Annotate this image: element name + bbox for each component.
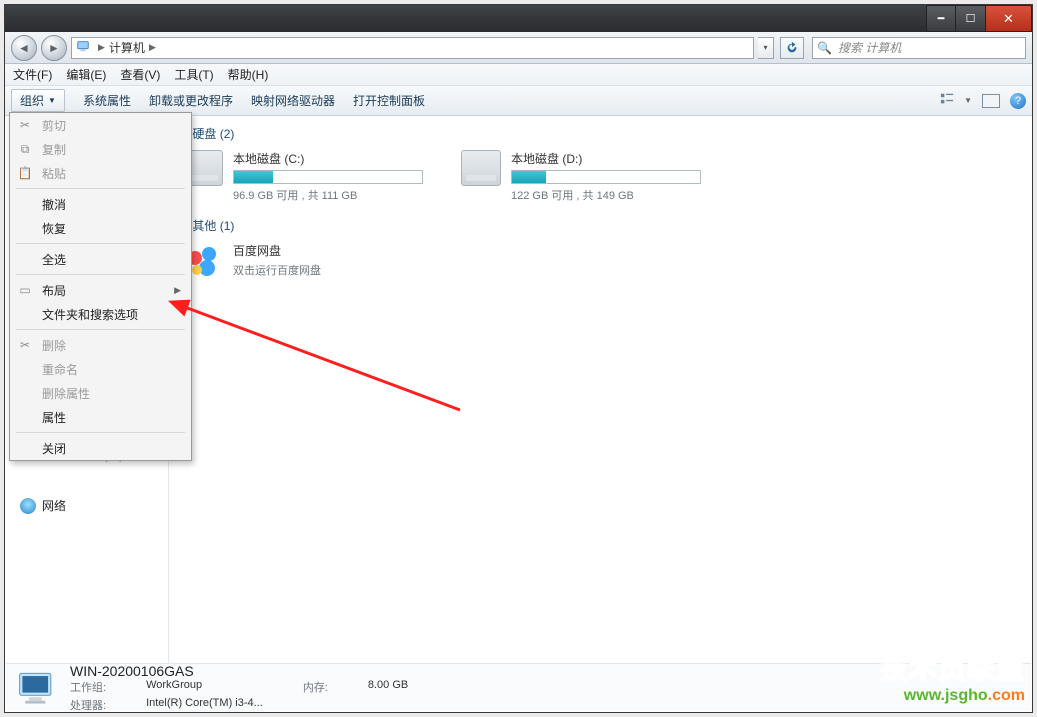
menu-item-label: 撤消 — [42, 196, 66, 213]
usage-bar — [233, 170, 423, 184]
menu-item-label: 复制 — [42, 141, 66, 158]
menu-item-label: 全选 — [42, 251, 66, 268]
preview-pane-button[interactable] — [982, 94, 1000, 108]
menu-item-label: 属性 — [42, 409, 66, 426]
memory-key: 内存: — [303, 679, 328, 695]
tool-uninstall-program[interactable]: 卸载或更改程序 — [149, 92, 233, 109]
network-icon — [20, 498, 36, 514]
computer-icon — [76, 39, 90, 56]
organize-dropdown: ✂ 剪切 ⧉ 复制 📋 粘贴撤消恢复全选 ▭ 布局 ▶ 文件夹和搜索选项 ✂ 删除重命名删除属性属性关… — [9, 112, 192, 461]
menu-item: ✂ 删除 — [10, 333, 191, 357]
other-item-sub: 双击运行百度网盘 — [233, 262, 321, 278]
menu-item-label: 文件夹和搜索选项 — [42, 306, 138, 323]
watermark-title: 技术员联盟 — [880, 647, 1025, 687]
drive-label: 本地磁盘 (D:) — [511, 150, 721, 167]
section-hard-disks: ▴ 硬盘 (2) — [183, 125, 1017, 142]
menu-item-label: 恢复 — [42, 220, 66, 237]
menu-item: ⧉ 复制 — [10, 137, 191, 161]
workgroup-key: 工作组: — [70, 679, 106, 695]
content-pane: ▴ 硬盘 (2) 本地磁盘 (C:) 96.9 GB 可用 , 共 111 GB… — [169, 117, 1031, 663]
tool-system-properties[interactable]: 系统属性 — [83, 92, 131, 109]
address-bar[interactable]: ▶ 计算机 ▶ — [71, 37, 754, 59]
menu-item-label: 粘贴 — [42, 165, 66, 182]
copy-icon: ⧉ — [16, 142, 34, 157]
menu-item: 📋 粘贴 — [10, 161, 191, 185]
address-dropdown-button[interactable]: ▾ — [758, 37, 774, 59]
menu-item-label: 重命名 — [42, 361, 78, 378]
chevron-right-icon: ▶ — [145, 42, 160, 53]
chevron-down-icon: ▼ — [48, 96, 56, 105]
workgroup-value: WorkGroup — [146, 679, 263, 695]
nav-forward-button[interactable]: ► — [41, 35, 67, 61]
section-other: ▴ 其他 (1) — [183, 217, 1017, 234]
help-button[interactable]: ? — [1010, 93, 1026, 109]
breadcrumb-segment[interactable]: 计算机 — [109, 39, 145, 56]
cut-icon: ✂ — [16, 118, 34, 132]
menu-item[interactable]: 恢复 — [10, 216, 191, 240]
search-placeholder: 搜索 计算机 — [838, 39, 901, 56]
watermark-url: www.jsgho.com — [880, 687, 1025, 705]
delete-icon: ✂ — [16, 338, 34, 352]
menu-item[interactable]: ▭ 布局 ▶ — [10, 278, 191, 302]
menu-item-label: 剪切 — [42, 117, 66, 134]
menu-edit[interactable]: 编辑(E) — [66, 66, 106, 83]
menu-file[interactable]: 文件(F) — [13, 66, 52, 83]
usage-bar — [511, 170, 701, 184]
details-pane: WIN-20200106GAS 工作组: WorkGroup 内存: 8.00 … — [6, 663, 1031, 711]
view-mode-button[interactable] — [940, 92, 954, 109]
drive-icon — [461, 150, 501, 186]
menu-item[interactable]: 属性 — [10, 405, 191, 429]
tool-map-network-drive[interactable]: 映射网络驱动器 — [251, 92, 335, 109]
refresh-button[interactable] — [780, 37, 804, 59]
menu-item[interactable]: 撤消 — [10, 192, 191, 216]
other-baidu-netdisk[interactable]: 百度网盘 双击运行百度网盘 — [183, 242, 1017, 282]
nav-row: ◄ ► ▶ 计算机 ▶ ▾ 🔍 搜索 计算机 — [5, 32, 1032, 64]
cpu-key: 处理器: — [70, 697, 106, 713]
menu-tools[interactable]: 工具(T) — [174, 66, 213, 83]
cpu-value: Intel(R) Core(TM) i3-4... — [146, 697, 263, 713]
menu-help[interactable]: 帮助(H) — [228, 66, 269, 83]
tool-open-control-panel[interactable]: 打开控制面板 — [353, 92, 425, 109]
computer-large-icon — [16, 669, 60, 707]
drive-sub: 96.9 GB 可用 , 共 111 GB — [233, 187, 443, 203]
menu-item-label: 关闭 — [42, 440, 66, 457]
menu-item: 删除属性 — [10, 381, 191, 405]
hostname: WIN-20200106GAS — [70, 663, 408, 679]
titlebar: ━ ☐ ✕ — [5, 5, 1032, 32]
memory-value: 8.00 GB — [368, 679, 408, 695]
menu-item: 重命名 — [10, 357, 191, 381]
menu-item-label: 删除 — [42, 337, 66, 354]
minimize-button[interactable]: ━ — [926, 5, 956, 32]
menu-item: ✂ 剪切 — [10, 113, 191, 137]
maximize-button[interactable]: ☐ — [956, 5, 986, 32]
drive-c[interactable]: 本地磁盘 (C:) 96.9 GB 可用 , 共 111 GB — [183, 150, 443, 203]
paste-icon: 📋 — [16, 166, 34, 180]
menu-item[interactable]: 全选 — [10, 247, 191, 271]
menubar: 文件(F) 编辑(E) 查看(V) 工具(T) 帮助(H) — [5, 64, 1032, 86]
drive-label: 本地磁盘 (C:) — [233, 150, 443, 167]
search-input[interactable]: 🔍 搜索 计算机 — [812, 37, 1026, 59]
sidebar-item-network[interactable]: 网络 — [6, 494, 168, 517]
nav-back-button[interactable]: ◄ — [11, 35, 37, 61]
organize-button[interactable]: 组织 ▼ — [11, 89, 65, 112]
menu-item[interactable]: 关闭 — [10, 436, 191, 460]
menu-item-label: 布局 — [42, 282, 66, 299]
menu-view[interactable]: 查看(V) — [120, 66, 160, 83]
search-icon: 🔍 — [817, 41, 832, 55]
chevron-down-icon[interactable]: ▼ — [964, 96, 972, 105]
submenu-arrow-icon: ▶ — [174, 285, 181, 296]
drive-d[interactable]: 本地磁盘 (D:) 122 GB 可用 , 共 149 GB — [461, 150, 721, 203]
other-item-label: 百度网盘 — [233, 242, 321, 259]
menu-item[interactable]: 文件夹和搜索选项 — [10, 302, 191, 326]
menu-item-label: 删除属性 — [42, 385, 90, 402]
close-button[interactable]: ✕ — [986, 5, 1032, 32]
drive-sub: 122 GB 可用 , 共 149 GB — [511, 187, 721, 203]
watermark: 技术员联盟 www.jsgho.com — [880, 647, 1025, 705]
chevron-right-icon: ▶ — [94, 42, 109, 53]
layout-icon: ▭ — [16, 283, 34, 297]
